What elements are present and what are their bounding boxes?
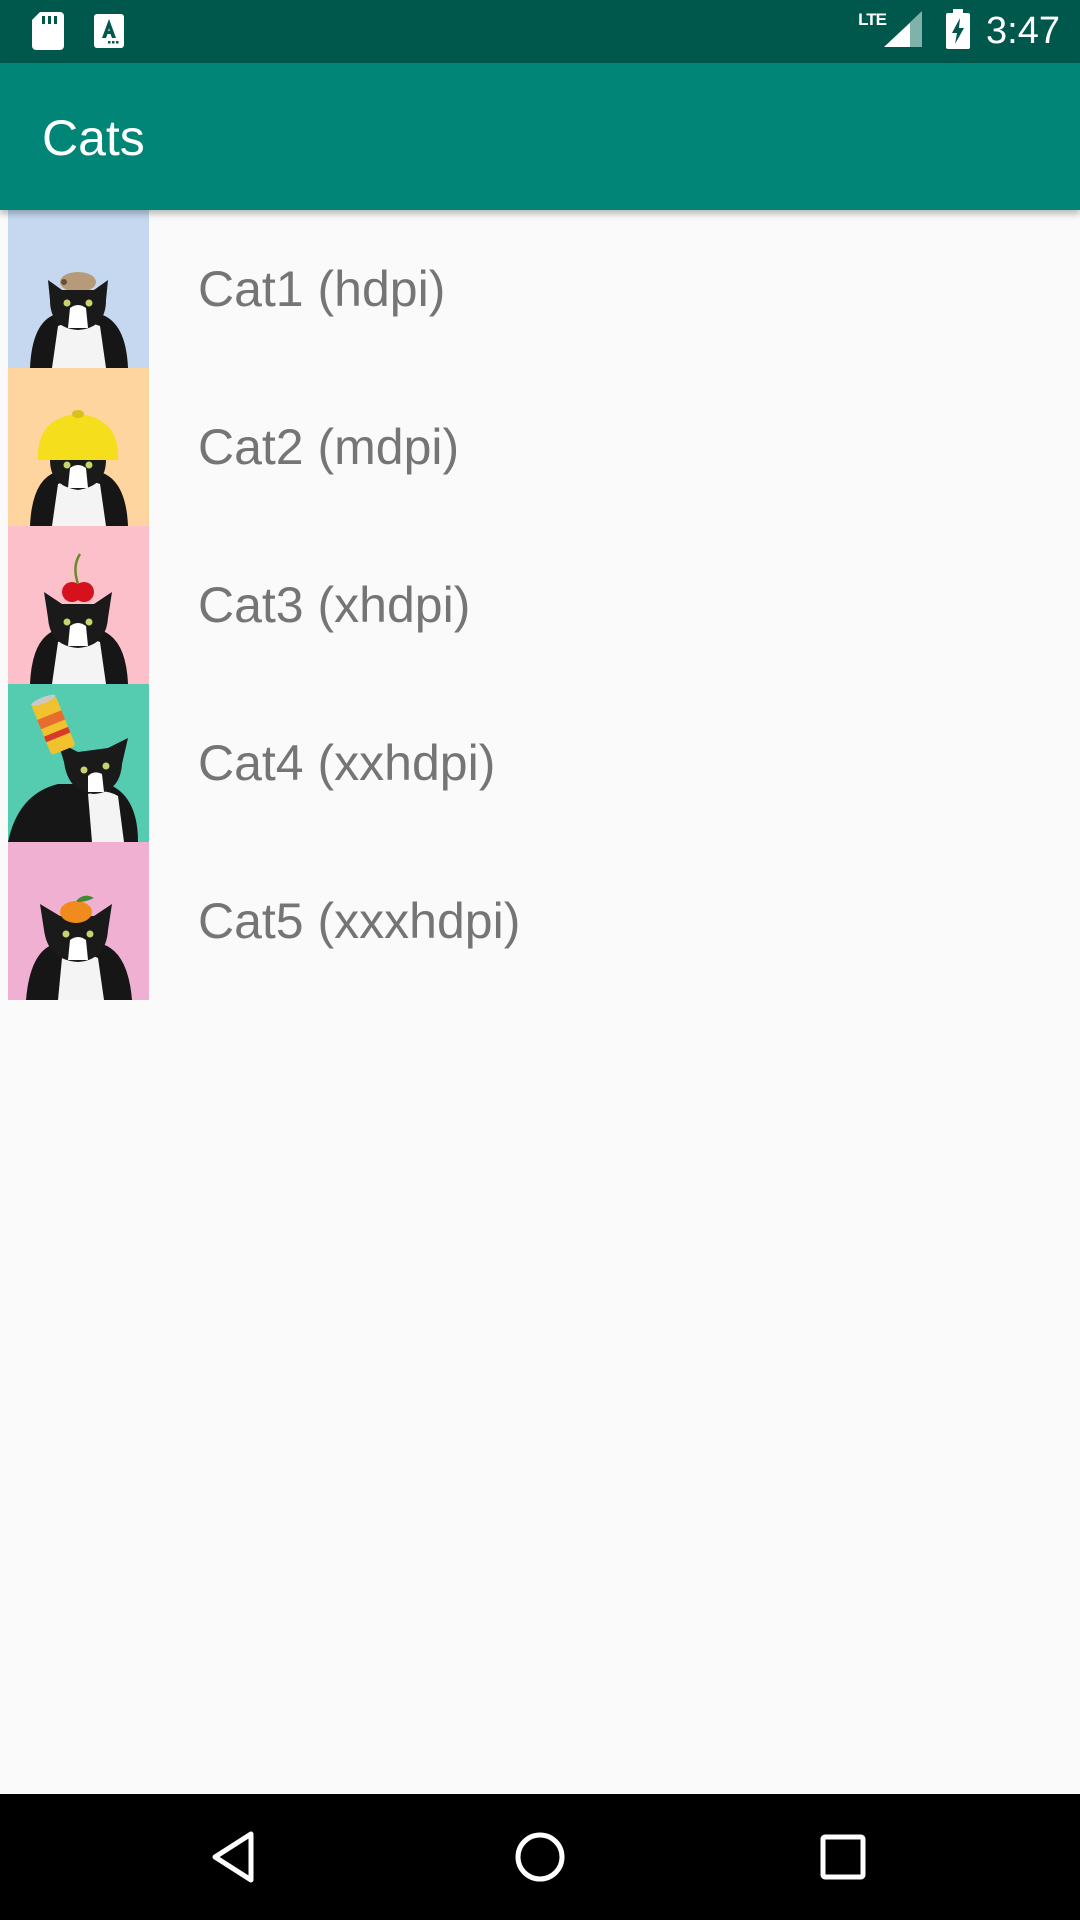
cat-thumbnail: [8, 684, 149, 842]
cat-thumbnail: [8, 842, 149, 1000]
list-item[interactable]: Cat3 (xhdpi): [0, 526, 1080, 684]
status-bar: LTE 3:47: [0, 0, 1080, 63]
list-item[interactable]: Cat5 (xxxhdpi): [0, 842, 1080, 1000]
list-item[interactable]: Cat4 (xxhdpi): [0, 684, 1080, 842]
cat-thumbnail: [8, 526, 149, 684]
item-label: Cat4 (xxhdpi): [198, 735, 496, 791]
clock: 3:47: [986, 10, 1060, 52]
app-title: Cats: [42, 110, 145, 166]
screen: LTE 3:47 Cats Cat1 (hdpi) Cat2 (mdpi) Ca…: [0, 0, 1080, 1920]
cat-thumbnail: [8, 368, 149, 526]
battery-charging-icon: [946, 9, 971, 54]
item-label: Cat2 (mdpi): [198, 419, 460, 475]
sd-card-icon: [32, 12, 64, 50]
list-item[interactable]: Cat2 (mdpi): [0, 368, 1080, 526]
app-bar: Cats: [0, 63, 1080, 210]
list-item[interactable]: Cat1 (hdpi): [0, 210, 1080, 368]
app-notification-icon: [94, 12, 126, 50]
home-icon[interactable]: [507, 1824, 573, 1890]
back-icon[interactable]: [203, 1824, 269, 1890]
signal-icon: [882, 9, 923, 54]
item-label: Cat5 (xxxhdpi): [198, 893, 521, 949]
item-label: Cat1 (hdpi): [198, 261, 446, 317]
navigation-bar: [0, 1794, 1080, 1920]
status-right: LTE 3:47: [858, 0, 1060, 63]
item-label: Cat3 (xhdpi): [198, 577, 471, 633]
cat-list: Cat1 (hdpi) Cat2 (mdpi) Cat3 (xhdpi) Cat…: [0, 210, 1080, 1000]
recents-icon[interactable]: [810, 1824, 876, 1890]
cat-thumbnail: [8, 210, 149, 368]
lte-label: LTE: [858, 9, 887, 29]
